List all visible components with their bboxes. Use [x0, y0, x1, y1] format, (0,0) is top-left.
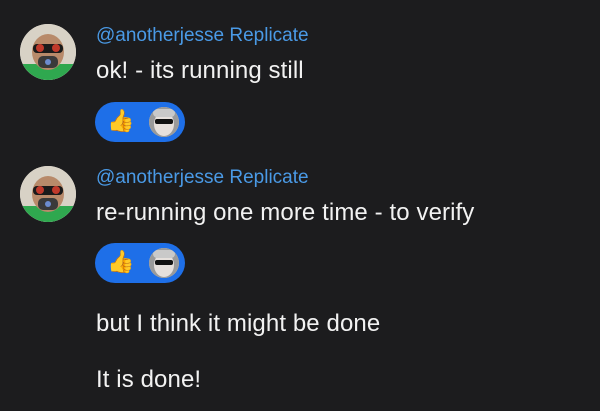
author-name[interactable]: @anotherjesse Replicate — [96, 167, 309, 189]
message-text: ok! - its running still — [96, 57, 304, 84]
reaction-pill[interactable]: 👍 — [95, 243, 185, 283]
author-name[interactable]: @anotherjesse Replicate — [96, 25, 309, 47]
reactor-avatar-image — [149, 248, 179, 278]
reactor-avatar-image — [149, 107, 179, 137]
reactor-avatar — [149, 248, 179, 278]
message-text: re-running one more time - to verify — [96, 199, 475, 226]
avatar-image — [20, 166, 76, 222]
reactor-avatar — [149, 107, 179, 137]
reaction-pill[interactable]: 👍 — [95, 102, 185, 142]
avatar-image — [20, 24, 76, 80]
user-avatar[interactable] — [20, 166, 76, 222]
thumbs-up-icon: 👍 — [107, 109, 135, 134]
thumbs-up-icon: 👍 — [107, 250, 135, 275]
followup-message-1: but I think it might be done — [96, 310, 381, 337]
followup-message-2: It is done! — [96, 366, 202, 393]
user-avatar[interactable] — [20, 24, 76, 80]
